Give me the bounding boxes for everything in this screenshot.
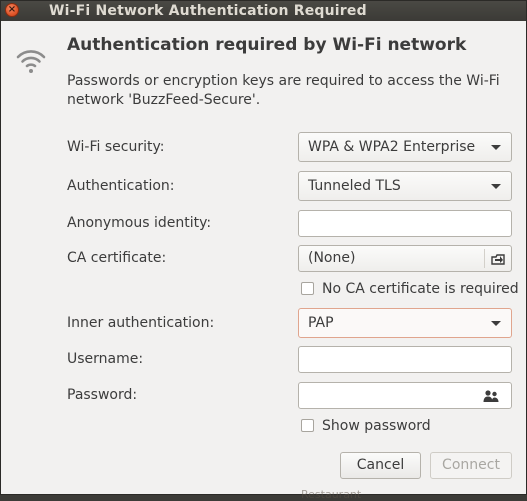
authentication-value: Tunneled TLS (308, 178, 401, 194)
no-ca-certificate-checkbox[interactable] (301, 282, 314, 295)
ca-certificate-label: CA certificate: (67, 250, 167, 266)
dialog-description: Passwords or encryption keys are require… (67, 73, 500, 108)
dialog-heading: Authentication required by Wi-Fi network (67, 35, 467, 55)
wifi-security-label: Wi-Fi security: (67, 139, 165, 155)
window-title: Wi-Fi Network Authentication Required (49, 3, 367, 19)
wifi-security-value: WPA & WPA2 Enterprise (308, 139, 476, 155)
inner-authentication-value: PAP (308, 315, 334, 331)
anonymous-identity-label: Anonymous identity: (67, 215, 212, 231)
username-input[interactable] (298, 346, 512, 373)
wifi-signal-icon (16, 50, 46, 73)
file-open-icon (491, 254, 505, 265)
password-input[interactable] (298, 382, 512, 409)
wifi-security-combo[interactable]: WPA & WPA2 Enterprise (298, 132, 512, 162)
anonymous-identity-input[interactable] (298, 210, 512, 237)
password-label: Password: (67, 387, 138, 403)
cancel-button[interactable]: Cancel (340, 452, 421, 479)
wifi-auth-dialog: × Wi-Fi Network Authentication Required … (0, 0, 527, 501)
username-label: Username: (67, 351, 144, 367)
close-icon[interactable]: × (5, 3, 19, 17)
authentication-combo[interactable]: Tunneled TLS (298, 171, 512, 201)
separator (484, 249, 485, 268)
ca-certificate-value: (None) (308, 250, 356, 266)
chevron-down-icon (491, 184, 501, 189)
chevron-down-icon (491, 321, 501, 326)
inner-authentication-label: Inner authentication: (67, 315, 215, 331)
show-password-checkbox[interactable] (301, 419, 314, 432)
show-password-label: Show password (322, 418, 431, 434)
chevron-down-icon (491, 145, 501, 150)
titlebar[interactable]: × Wi-Fi Network Authentication Required (1, 1, 526, 21)
inner-authentication-combo[interactable]: PAP (298, 308, 512, 338)
authentication-label: Authentication: (67, 178, 175, 194)
connect-button[interactable]: Connect (430, 452, 512, 479)
users-icon[interactable] (483, 389, 499, 403)
no-ca-certificate-label: No CA certificate is required (322, 281, 519, 297)
ca-certificate-chooser[interactable]: (None) (298, 245, 512, 272)
